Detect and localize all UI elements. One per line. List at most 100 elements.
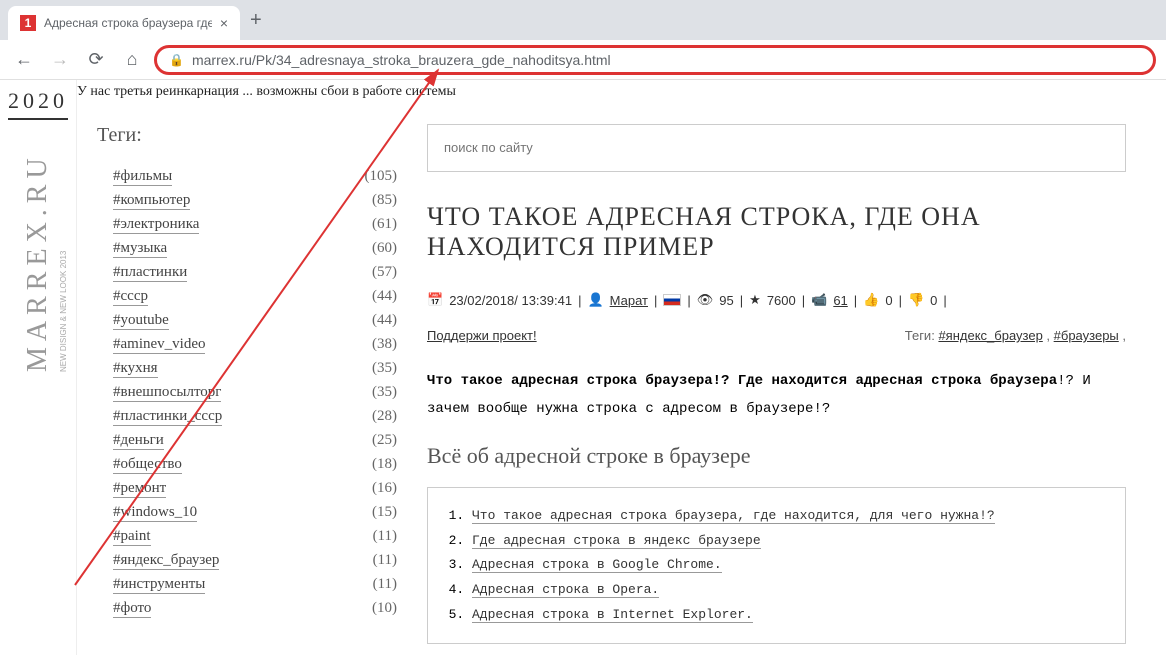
tag-link[interactable]: #инструменты <box>113 576 205 594</box>
browser-tab[interactable]: 1 Адресная строка браузера где × <box>8 6 240 40</box>
tag-item: #windows_10 (15) <box>113 501 397 525</box>
article-title: ЧТО ТАКОЕ АДРЕСНАЯ СТРОКА, ГДЕ ОНА НАХОД… <box>427 202 1126 262</box>
tag-count: (15) <box>372 504 397 522</box>
thumbs-down-icon[interactable]: 👎 <box>908 292 924 308</box>
tag-link[interactable]: #пластинки <box>113 264 187 282</box>
tag-item: #ссср(44) <box>113 285 397 309</box>
tag-item: #пластинки (57) <box>113 261 397 285</box>
tag-count: (61) <box>372 216 397 234</box>
toc-item: Что такое адресная строка браузера, где … <box>472 504 1105 529</box>
tag-count: (28) <box>372 408 397 426</box>
tag-link[interactable]: #внешпосылторг <box>113 384 221 402</box>
tag-link[interactable]: #фото <box>113 600 151 618</box>
toc-link[interactable]: Адресная строка в Google Chrome. <box>472 557 722 573</box>
tag-link[interactable]: #яндекс_браузер <box>113 552 219 570</box>
browser-toolbar: ← → ⟳ ⌂ 🔒 marrex.ru/Pk/34_adresnaya_stro… <box>0 40 1166 80</box>
toc-item: Адресная строка в Opera. <box>472 578 1105 603</box>
url-text: marrex.ru/Pk/34_adresnaya_stroka_brauzer… <box>192 52 1141 68</box>
address-bar[interactable]: 🔒 marrex.ru/Pk/34_adresnaya_stroka_brauz… <box>154 45 1156 75</box>
site-notice: У нас третья реинкарнация ... возможны с… <box>77 80 1166 116</box>
tag-link[interactable]: #деньги <box>113 432 164 450</box>
tag-item: #aminev_video(38) <box>113 333 397 357</box>
user-icon: 👤 <box>587 292 603 308</box>
toc-link[interactable]: Где адресная строка в яндекс браузере <box>472 533 761 549</box>
tag-link[interactable]: #youtube <box>113 312 169 330</box>
sidebar: Теги: #фильмы(105)#компьютер(85)#электро… <box>97 124 397 644</box>
tag-link[interactable]: #пластинки_ссср <box>113 408 222 426</box>
tag-link[interactable]: #фильмы <box>113 168 172 186</box>
toc-link[interactable]: Адресная строка в Opera. <box>472 582 659 598</box>
tag-item: #электроника (61) <box>113 213 397 237</box>
tag-item: #яндекс_браузер(11) <box>113 549 397 573</box>
close-tab-icon[interactable]: × <box>220 15 228 31</box>
support-link[interactable]: Поддержи проект! <box>427 328 537 343</box>
support-row: Поддержи проект! Теги: #яндекс_браузер ,… <box>427 328 1126 343</box>
tag-link[interactable]: #общество <box>113 456 182 474</box>
tag-item: #кухня (35) <box>113 357 397 381</box>
search-box <box>427 124 1126 172</box>
tag-count: (44) <box>372 312 397 330</box>
star-icon: ★ <box>749 292 761 308</box>
reload-button[interactable]: ⟳ <box>82 46 110 74</box>
tag-link[interactable]: #ссср <box>113 288 148 306</box>
tag-item: #инструменты (11) <box>113 573 397 597</box>
main-content: ЧТО ТАКОЕ АДРЕСНАЯ СТРОКА, ГДЕ ОНА НАХОД… <box>427 124 1146 644</box>
year-label: 2020 <box>8 88 68 120</box>
toc-link[interactable]: Адресная строка в Internet Explorer. <box>472 607 753 623</box>
tag-item: #музыка(60) <box>113 237 397 261</box>
toc-box: Что такое адресная строка браузера, где … <box>427 487 1126 644</box>
tag-item: #пластинки_ссср (28) <box>113 405 397 429</box>
page-content: 2020 MARREX.RU NEW DISIGN & NEW LOOK 201… <box>0 80 1166 655</box>
article-date: 23/02/2018/ 13:39:41 <box>449 293 572 308</box>
tab-title: Адресная строка браузера где <box>44 16 212 30</box>
toc-link[interactable]: Что такое адресная строка браузера, где … <box>472 508 995 524</box>
video-link[interactable]: 61 <box>833 293 847 308</box>
tag-link[interactable]: #windows_10 <box>113 504 197 522</box>
tag-link[interactable]: #кухня <box>113 360 158 378</box>
toc-item: Адресная строка в Google Chrome. <box>472 553 1105 578</box>
video-icon: 📹 <box>811 292 827 308</box>
thumbs-down-count: 0 <box>930 293 937 308</box>
article-body: Что такое адресная строка браузера!? Где… <box>427 367 1126 423</box>
tag-link[interactable]: #ремонт <box>113 480 166 498</box>
tag-item: #внешпосылторг(35) <box>113 381 397 405</box>
tags-label: Теги: <box>905 328 935 343</box>
views-count: 95 <box>719 293 733 308</box>
tag-item: #компьютер(85) <box>113 189 397 213</box>
stars-count: 7600 <box>767 293 796 308</box>
tag-link[interactable]: #музыка <box>113 240 167 258</box>
back-button[interactable]: ← <box>10 46 38 74</box>
search-input[interactable] <box>444 140 1109 155</box>
home-button[interactable]: ⌂ <box>118 46 146 74</box>
tag-link[interactable]: #aminev_video <box>113 336 205 354</box>
article-meta: 📅 23/02/2018/ 13:39:41 | 👤 Марат | | 👁 9… <box>427 292 1126 308</box>
thumbs-up-count: 0 <box>885 293 892 308</box>
left-column: 2020 MARREX.RU NEW DISIGN & NEW LOOK 201… <box>0 80 77 655</box>
tag-count: (11) <box>373 576 397 594</box>
toc-item: Где адресная строка в яндекс браузере <box>472 529 1105 554</box>
tag-count: (25) <box>372 432 397 450</box>
tag-item: #paint(11) <box>113 525 397 549</box>
forward-button[interactable]: → <box>46 46 74 74</box>
tag-item: #фильмы (105) <box>113 165 397 189</box>
site-logo: MARREX.RU <box>22 132 54 372</box>
new-tab-button[interactable]: + <box>250 9 262 32</box>
thumbs-up-icon[interactable]: 👍 <box>863 292 879 308</box>
tag-item: #фото (10) <box>113 597 397 621</box>
tag-link-2[interactable]: #браузеры <box>1054 328 1119 343</box>
tag-list: #фильмы (105) #компьютер(85) #электроника (6… <box>97 165 397 621</box>
tag-link-1[interactable]: #яндекс_браузер <box>938 328 1042 343</box>
tag-count: (35) <box>372 360 397 378</box>
lock-icon: 🔒 <box>169 53 184 67</box>
tag-item: #общество (18) <box>113 453 397 477</box>
tag-link[interactable]: #электроника <box>113 216 199 234</box>
tag-count: (57) <box>372 264 397 282</box>
body-bold: Что такое адресная строка браузера!? Где… <box>427 373 1057 389</box>
author-link[interactable]: Марат <box>610 293 648 308</box>
tag-count: (18) <box>372 456 397 474</box>
tag-count: (105) <box>365 168 398 186</box>
tag-item: #ремонт(16) <box>113 477 397 501</box>
tag-link[interactable]: #paint <box>113 528 151 546</box>
tag-link[interactable]: #компьютер <box>113 192 190 210</box>
tag-count: (10) <box>372 600 397 618</box>
